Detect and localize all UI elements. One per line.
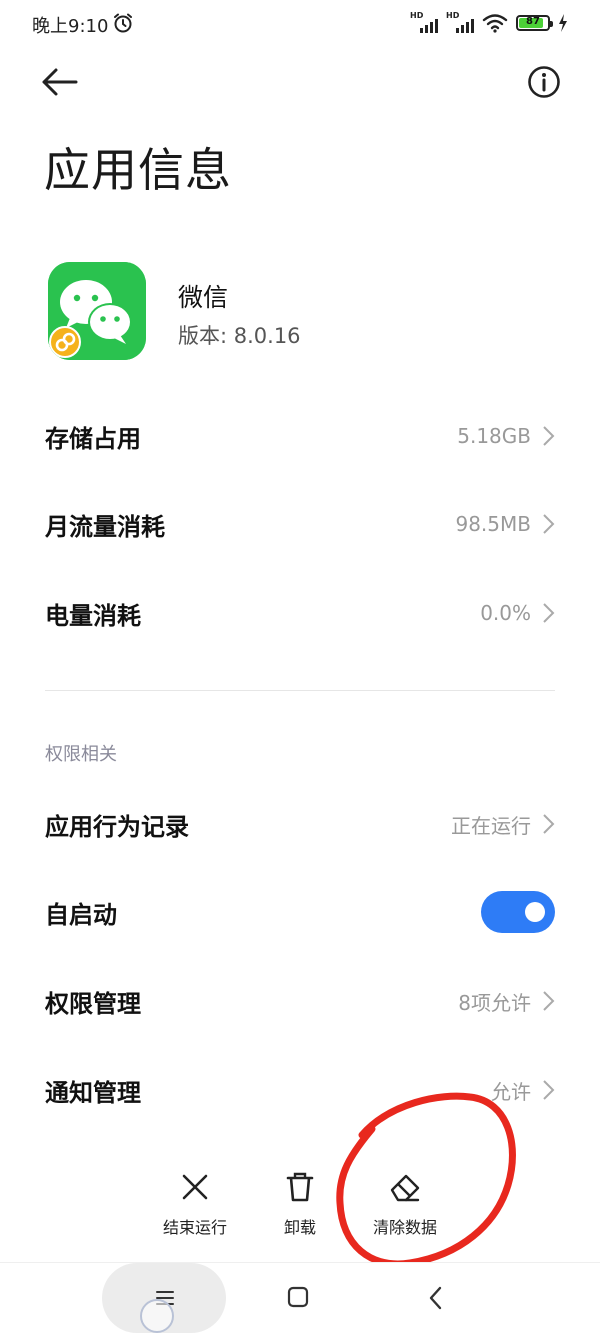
chevron-right-icon — [543, 426, 555, 446]
row-value: 正在运行 — [451, 813, 531, 838]
chevron-right-icon — [543, 991, 555, 1011]
chevron-right-icon — [543, 814, 555, 834]
status-indicators: HD HD 87 — [410, 11, 568, 34]
action-label: 清除数据 — [372, 1218, 437, 1237]
autostart-toggle[interactable] — [481, 891, 555, 933]
app-version: 版本: 8.0.16 — [178, 324, 301, 348]
autostart-row: 自启动 — [45, 882, 555, 942]
clear-data-button[interactable]: 清除数据 — [350, 1170, 460, 1238]
row-right: 允许 — [491, 1076, 555, 1105]
cellular-signal-2: HD — [446, 11, 474, 33]
back-arrow-icon[interactable] — [38, 62, 82, 102]
app-behavior-row[interactable]: 应用行为记录 正在运行 — [45, 794, 555, 854]
charging-bolt-icon — [559, 14, 567, 32]
wechat-app-icon — [48, 262, 146, 360]
chevron-right-icon — [543, 1080, 555, 1100]
row-label: 月流量消耗 — [45, 512, 165, 541]
section-title: 权限相关 — [45, 744, 117, 765]
battery-level: 87 — [526, 16, 540, 27]
row-value: 0.0% — [480, 601, 531, 625]
signal-bars-icon — [456, 19, 474, 33]
action-label: 结束运行 — [162, 1218, 227, 1237]
status-time: 晚上9:10 — [32, 16, 109, 37]
row-right: 98.5MB — [455, 512, 555, 536]
toggle-knob — [525, 902, 545, 922]
force-stop-button[interactable]: 结束运行 — [140, 1170, 250, 1238]
square-home-icon[interactable] — [286, 1285, 310, 1309]
wifi-icon — [482, 14, 508, 33]
permission-manage-row[interactable]: 权限管理 8项允许 — [45, 971, 555, 1031]
cellular-signal-1: HD — [410, 11, 438, 33]
signal-bars-icon — [420, 19, 438, 33]
status-bar: 晚上9:10 HD HD 87 — [0, 0, 600, 48]
action-label: 卸载 — [283, 1218, 316, 1237]
row-label: 应用行为记录 — [45, 812, 189, 841]
row-right: 0.0% — [480, 601, 555, 625]
app-name: 微信 — [178, 283, 229, 312]
data-usage-row[interactable]: 月流量消耗 98.5MB — [45, 494, 555, 554]
eraser-icon — [390, 1174, 420, 1202]
navigation-bar — [0, 1262, 600, 1334]
section-divider — [45, 690, 555, 691]
row-right: 正在运行 — [451, 810, 555, 839]
notification-manage-row[interactable]: 通知管理 允许 — [45, 1060, 555, 1120]
battery-usage-row[interactable]: 电量消耗 0.0% — [45, 583, 555, 643]
chevron-left-icon[interactable] — [424, 1285, 448, 1311]
storage-row[interactable]: 存储占用 5.18GB — [45, 406, 555, 466]
row-value: 98.5MB — [455, 512, 531, 536]
trash-icon — [286, 1172, 314, 1202]
row-label: 自启动 — [45, 900, 117, 929]
row-label: 电量消耗 — [45, 601, 141, 630]
row-right: 8项允许 — [458, 987, 555, 1016]
alarm-clock-icon — [114, 13, 132, 33]
close-x-icon — [182, 1174, 208, 1200]
row-label: 通知管理 — [45, 1078, 141, 1107]
info-circle-icon[interactable] — [526, 64, 562, 100]
page-title: 应用信息 — [44, 143, 232, 197]
battery-icon: 87 — [516, 15, 553, 31]
row-label: 存储占用 — [45, 424, 141, 453]
row-value: 允许 — [491, 1079, 531, 1104]
row-value: 8项允许 — [458, 990, 531, 1015]
chevron-right-icon — [543, 603, 555, 623]
row-right: 5.18GB — [457, 424, 555, 448]
row-value: 5.18GB — [457, 424, 531, 448]
chevron-right-icon — [543, 514, 555, 534]
row-label: 权限管理 — [45, 989, 141, 1018]
uninstall-button[interactable]: 卸载 — [245, 1170, 355, 1238]
touch-indicator — [140, 1299, 174, 1333]
